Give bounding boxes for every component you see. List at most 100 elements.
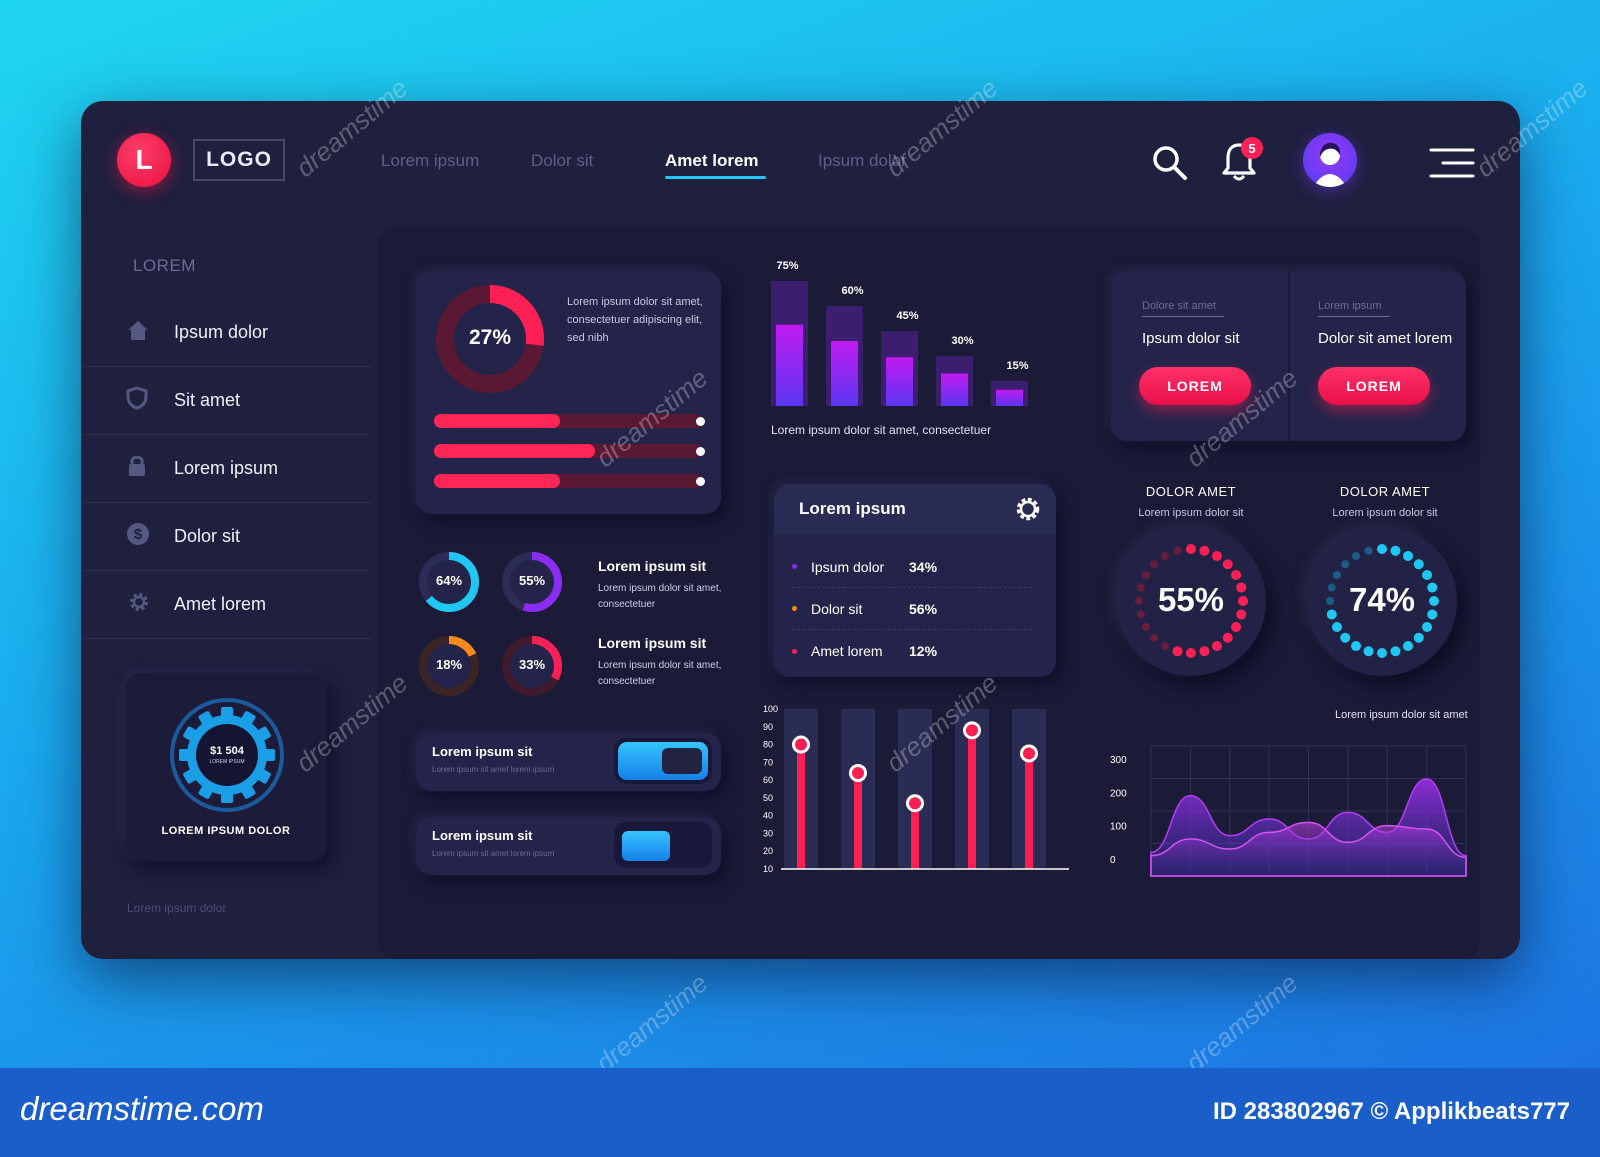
gauge-dot [1161,642,1169,651]
mini-donut-grid: 64% 55% 18% 33% [416,549,596,719]
site-logo-text[interactable]: dreamstime.com [20,1090,264,1128]
mini-donut-label: 64% [435,573,463,588]
tab-lorem-ipsum[interactable]: Lorem ipsum [381,151,479,171]
mini-text-body: Lorem ipsum dolor sit amet, consectetuer [598,583,722,610]
bar[interactable] [886,357,913,406]
gauge-dot [1403,641,1413,652]
list-item[interactable]: Ipsum dolor 34% [792,546,1032,588]
gauge-dot [1422,570,1433,580]
notification-badge: 5 [1241,137,1263,159]
tab-dolor-sit[interactable]: Dolor sit [531,151,593,171]
gauge-sub: Lorem ipsum dolor sit [1332,507,1438,519]
active-tab-indicator [665,176,766,179]
gauge-dot [1199,646,1210,657]
hamburger-menu-icon[interactable] [1429,147,1475,184]
gauge-sub: Lorem ipsum dolor sit [1138,507,1244,519]
toggle-switch-off[interactable] [614,822,712,868]
tab-amet-lorem[interactable]: Amet lorem [665,151,759,171]
settings-gear-icon[interactable] [1015,496,1041,527]
mini-donut-label: 55% [518,573,546,588]
y-tick-label: 80 [763,740,773,750]
area-chart-caption: Lorem ipsum dolor sit amet [1335,709,1468,721]
gauge-dot [1422,622,1433,632]
gauge-dot [1212,550,1222,561]
lollipop-point-inner [966,724,978,737]
sidebar-item-label: Sit amet [174,390,241,410]
gauge-dot [1212,641,1222,652]
mini-text-title: Lorem ipsum sit [598,558,707,574]
cta-lorem-button[interactable]: LOREM [1139,367,1251,405]
gauge: 55% [1116,526,1266,676]
list-item-value: 34% [909,558,938,575]
sidebar-item-label: Dolor sit [174,526,241,546]
widget-amount: $1 504 [210,745,244,757]
gauge-value: 55% [1157,581,1225,618]
gauge-dot [1340,632,1351,643]
cta-lorem-button[interactable]: LOREM [1318,367,1430,405]
cta-label: Dolore sit amet [1142,300,1216,312]
mini-text-block: Lorem ipsum sit Lorem ipsum dolor sit am… [598,635,738,690]
progress-bar-handle[interactable] [696,417,705,426]
toggle-switch-on[interactable] [614,738,712,784]
progress-bar-handle[interactable] [696,477,705,486]
lollipop-point-inner [909,797,921,810]
watermark-text: dreamstime [590,967,714,1078]
cta-label-underline [1318,316,1390,317]
list-item-value: 12% [909,643,938,659]
mini-donut-label: 33% [518,657,546,672]
sidebar-heading: LOREM [133,256,196,275]
gauge-dot [1351,641,1361,652]
sidebar-item-dolor-sit[interactable]: $ Dolor sit [81,503,371,571]
bar[interactable] [831,341,858,406]
search-icon[interactable] [1151,144,1189,187]
avatar[interactable] [1303,133,1357,187]
lollipop-point-inner [852,767,864,779]
bar-chart: 75% 60% 45% 30% 15% [771,260,1029,407]
gauge-dot [1413,632,1424,643]
y-tick-label: 100 [1110,822,1127,833]
gauge-dot [1150,633,1159,642]
gauge-dot [1377,544,1387,554]
lollipop-point-inner [1023,747,1035,760]
bar[interactable] [941,373,968,407]
gauge-dot [1332,571,1341,579]
toggle-title: Lorem ipsum sit [432,828,533,843]
bar[interactable] [996,389,1023,406]
sidebar-item-amet-lorem[interactable]: Amet lorem [81,571,371,639]
logo-icon[interactable]: L [117,133,171,187]
toggle-title: Lorem ipsum sit [432,744,533,759]
list-item-label: Ipsum dolor [811,558,885,575]
y-tick-label: 200 [1110,788,1127,799]
y-tick-label: 300 [1110,755,1127,766]
dashboard-panel: L LOGO Lorem ipsum Dolor sit Amet lorem … [81,101,1520,959]
progress-donut-label: 27% [468,326,512,349]
toggle-knob [662,748,702,774]
sidebar-item-lorem-ipsum[interactable]: Lorem ipsum [81,435,371,503]
progress-bar-handle[interactable] [696,447,705,456]
lollipop-stem [797,744,805,869]
cta-title: Dolor sit amet lorem [1318,330,1453,347]
progress-bar-fill [434,474,560,488]
gauge-dot [1141,571,1150,579]
bar-label: 75% [776,260,798,272]
list-item-label: Dolor sit [811,600,863,617]
lollipop-stem [911,803,919,869]
list-item[interactable]: Dolor sit 56% [792,588,1032,630]
list-item[interactable]: Amet lorem 12% [792,630,1032,672]
widget-caption: LOREM IPSUM DOLOR [161,825,291,837]
gauge-dot [1364,546,1373,555]
bar-label: 45% [896,310,918,322]
sidebar-balance-widget[interactable]: $1 504 LOREM IPSUM LOREM IPSUM DOLOR [125,673,327,861]
gauge-dot [1231,622,1242,632]
gauge-dot [1186,648,1196,658]
gauge-dot [1161,551,1169,560]
logo-text[interactable]: LOGO [193,139,285,181]
sidebar-item-ipsum-dolor[interactable]: Ipsum dolor [81,299,371,367]
gauge-dot [1403,550,1413,561]
bar-label: 60% [841,285,863,297]
sidebar-item-sit-amet[interactable]: Sit amet [81,367,371,435]
y-tick-label: 90 [763,722,773,732]
bar[interactable] [776,324,803,406]
area-chart: 300 200 100 0 [1110,745,1467,877]
bullet-dot [792,648,797,654]
